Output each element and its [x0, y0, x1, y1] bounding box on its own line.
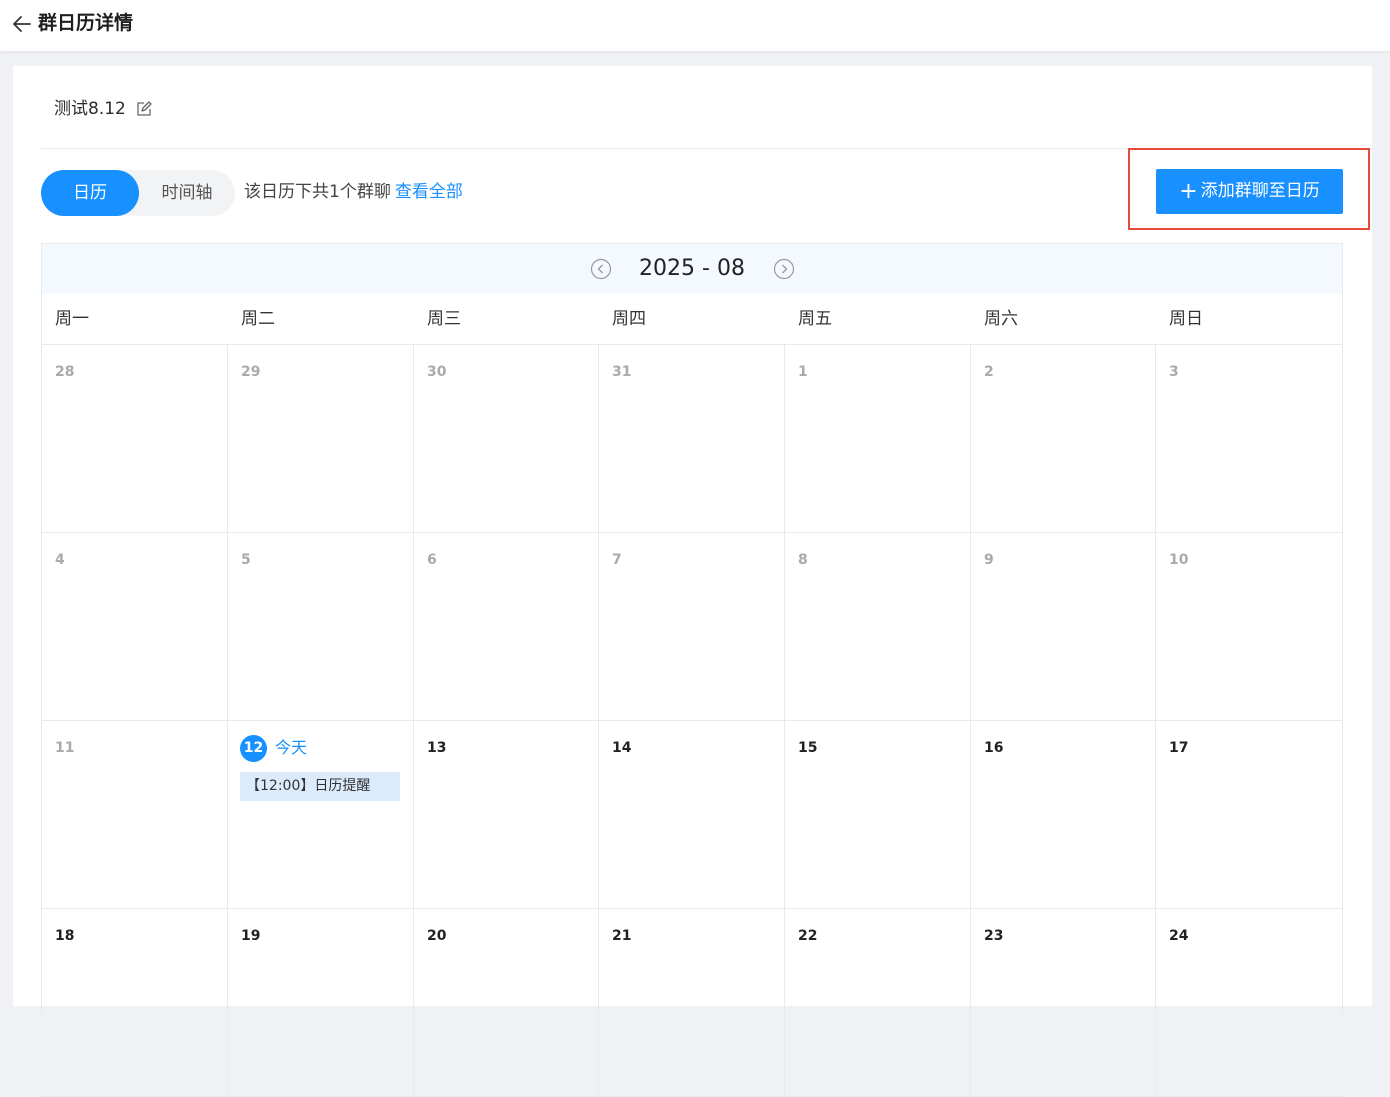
today-badge: 12: [240, 735, 267, 762]
day-number: 10: [1169, 552, 1189, 568]
weekday-label: 周四: [612, 309, 646, 329]
calendar-day-cell[interactable]: 31: [599, 345, 785, 533]
add-group-button-label: 添加群聊至日历: [1200, 181, 1320, 201]
group-count-text: 该日历下共1个群聊: [244, 182, 391, 202]
weekday-header: 周一 周二 周三 周四 周五 周六 周日: [42, 294, 1342, 345]
day-number: 4: [55, 552, 65, 568]
month-bar: 2025 - 08: [42, 244, 1342, 294]
calendar: 2025 - 08 周一 周二 周三 周四 周五 周六 周日 28 29 30 31 1 2 3 4 5 6 7…: [41, 243, 1343, 1097]
edit-icon[interactable]: [135, 100, 153, 118]
day-number: 24: [1169, 928, 1189, 944]
day-number: 18: [55, 928, 75, 944]
day-number: 21: [612, 928, 632, 944]
day-number: 3: [1169, 364, 1179, 380]
day-number: 19: [241, 928, 261, 944]
day-number: 6: [427, 552, 437, 568]
day-number: 30: [427, 364, 447, 380]
weekday-label: 周一: [55, 309, 89, 329]
chevron-right-circle-icon[interactable]: [773, 258, 795, 280]
day-number: 28: [55, 364, 75, 380]
calendar-day-cell[interactable]: 17: [1156, 721, 1342, 909]
weekday-label: 周日: [1169, 309, 1203, 329]
day-number: 23: [984, 928, 1004, 944]
day-number: 29: [241, 364, 261, 380]
day-number: 9: [984, 552, 994, 568]
tab-timeline[interactable]: 时间轴: [139, 170, 235, 216]
tab-calendar[interactable]: 日历: [41, 170, 139, 216]
calendar-event[interactable]: 【12:00】日历提醒: [240, 772, 400, 801]
view-switch: 日历 时间轴: [41, 170, 235, 216]
calendar-day-cell[interactable]: 24: [1156, 909, 1342, 1097]
weekday-label: 周二: [241, 309, 275, 329]
calendar-day-cell[interactable]: 3: [1156, 345, 1342, 533]
day-number: 15: [798, 740, 818, 756]
day-number: 2: [984, 364, 994, 380]
calendar-name: 测试8.12: [54, 99, 126, 119]
arrow-left-icon[interactable]: [10, 12, 34, 36]
calendar-day-cell[interactable]: 16: [971, 721, 1156, 909]
calendar-day-cell[interactable]: 23: [971, 909, 1156, 1097]
main-card: 测试8.12 日历 时间轴 该日历下共1个群聊 查看全部 + 添加群聊至日历 202…: [13, 66, 1372, 1097]
calendar-day-cell[interactable]: 30: [414, 345, 599, 533]
calendar-day-cell[interactable]: 4: [42, 533, 228, 721]
day-number: 22: [798, 928, 818, 944]
day-number: 31: [612, 364, 632, 380]
calendar-day-cell[interactable]: 22: [785, 909, 971, 1097]
day-number: 7: [612, 552, 622, 568]
day-number: 20: [427, 928, 447, 944]
view-all-link[interactable]: 查看全部: [395, 182, 463, 202]
group-count-info: 该日历下共1个群聊 查看全部: [244, 181, 463, 203]
calendar-day-cell[interactable]: 8: [785, 533, 971, 721]
day-number: 1: [798, 364, 808, 380]
day-number: 11: [55, 740, 75, 756]
calendar-day-cell[interactable]: 18: [42, 909, 228, 1097]
day-number: 13: [427, 740, 447, 756]
calendar-day-cell[interactable]: 29: [228, 345, 414, 533]
plus-icon: +: [1179, 179, 1198, 204]
calendar-day-cell[interactable]: 13: [414, 721, 599, 909]
calendar-day-cell[interactable]: 14: [599, 721, 785, 909]
today-label: 今天: [275, 738, 308, 757]
weekday-label: 周六: [984, 309, 1018, 329]
day-number: 5: [241, 552, 251, 568]
calendar-day-cell[interactable]: 2: [971, 345, 1156, 533]
page-title: 群日历详情: [38, 12, 134, 34]
calendar-day-cell[interactable]: 28: [42, 345, 228, 533]
day-number: 17: [1169, 740, 1189, 756]
calendar-day-cell[interactable]: 15: [785, 721, 971, 909]
month-label: 2025 - 08: [639, 256, 745, 281]
weekday-label: 周五: [798, 309, 832, 329]
calendar-day-cell[interactable]: 11: [42, 721, 228, 909]
day-number: 16: [984, 740, 1004, 756]
calendar-day-cell[interactable]: 9: [971, 533, 1156, 721]
calendar-day-cell[interactable]: 7: [599, 533, 785, 721]
calendar-day-cell[interactable]: 12 今天【12:00】日历提醒: [228, 721, 414, 909]
calendar-day-cell[interactable]: 6: [414, 533, 599, 721]
add-group-button[interactable]: + 添加群聊至日历: [1156, 169, 1343, 214]
weekday-label: 周三: [427, 309, 461, 329]
calendar-day-cell[interactable]: 1: [785, 345, 971, 533]
calendar-day-cell[interactable]: 19: [228, 909, 414, 1097]
calendar-day-cell[interactable]: 20: [414, 909, 599, 1097]
calendar-day-cell[interactable]: 5: [228, 533, 414, 721]
calendar-day-cell[interactable]: 21: [599, 909, 785, 1097]
day-number: 14: [612, 740, 632, 756]
day-number: 8: [798, 552, 808, 568]
calendar-day-cell[interactable]: 10: [1156, 533, 1342, 721]
top-bar: 群日历详情: [0, 0, 1390, 52]
